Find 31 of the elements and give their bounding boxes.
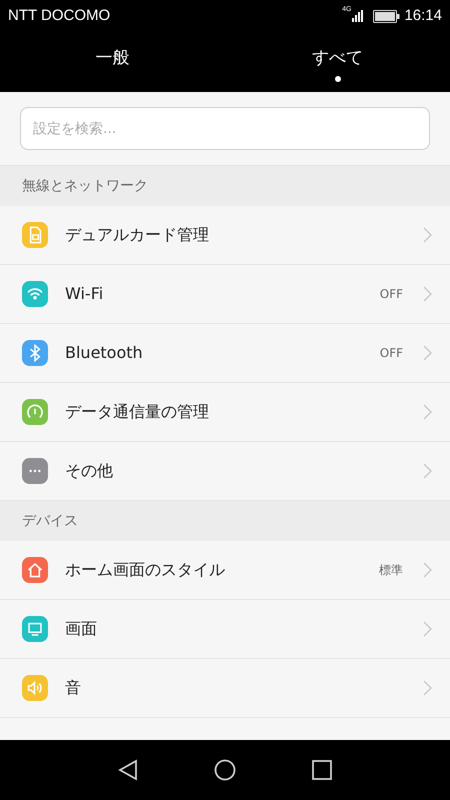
setting-value: OFF xyxy=(380,345,403,362)
chevron-icon xyxy=(423,286,432,302)
chevron-icon xyxy=(423,404,432,420)
chevron-icon xyxy=(423,227,432,243)
setting-label: 画面 xyxy=(65,618,97,640)
setting-label: Bluetooth xyxy=(65,342,143,364)
recents-icon[interactable] xyxy=(312,760,332,780)
chevron-icon xyxy=(423,562,432,578)
signal-icon xyxy=(351,10,364,22)
chevron-icon xyxy=(423,621,432,637)
setting-label: 音 xyxy=(65,677,81,699)
setting-label: ホーム画面のスタイル xyxy=(65,559,225,581)
tab[interactable]: 一般 xyxy=(0,32,225,92)
section-header: デバイス xyxy=(0,501,450,541)
back-icon[interactable] xyxy=(118,759,138,781)
battery-icon xyxy=(373,10,400,22)
home-circle-icon[interactable] xyxy=(214,759,236,781)
setting-label: データ通信量の管理 xyxy=(65,401,209,423)
search-field[interactable]: 設定を検索... xyxy=(20,107,430,150)
setting-label: Wi-Fi xyxy=(65,283,104,305)
carrier-name: NTT DOCOMO xyxy=(8,6,110,26)
setting-value: OFF xyxy=(380,286,403,303)
chevron-icon xyxy=(423,680,432,696)
tab[interactable]: すべて xyxy=(225,32,450,92)
setting-value: 標準 xyxy=(379,562,403,579)
clock: 16:14 xyxy=(404,6,442,26)
setting-label: その他 xyxy=(65,460,113,482)
setting-label: デュアルカード管理 xyxy=(65,224,209,246)
chevron-icon xyxy=(423,345,432,361)
chevron-icon xyxy=(423,463,432,479)
section-header: 無線とネットワーク xyxy=(0,166,450,206)
